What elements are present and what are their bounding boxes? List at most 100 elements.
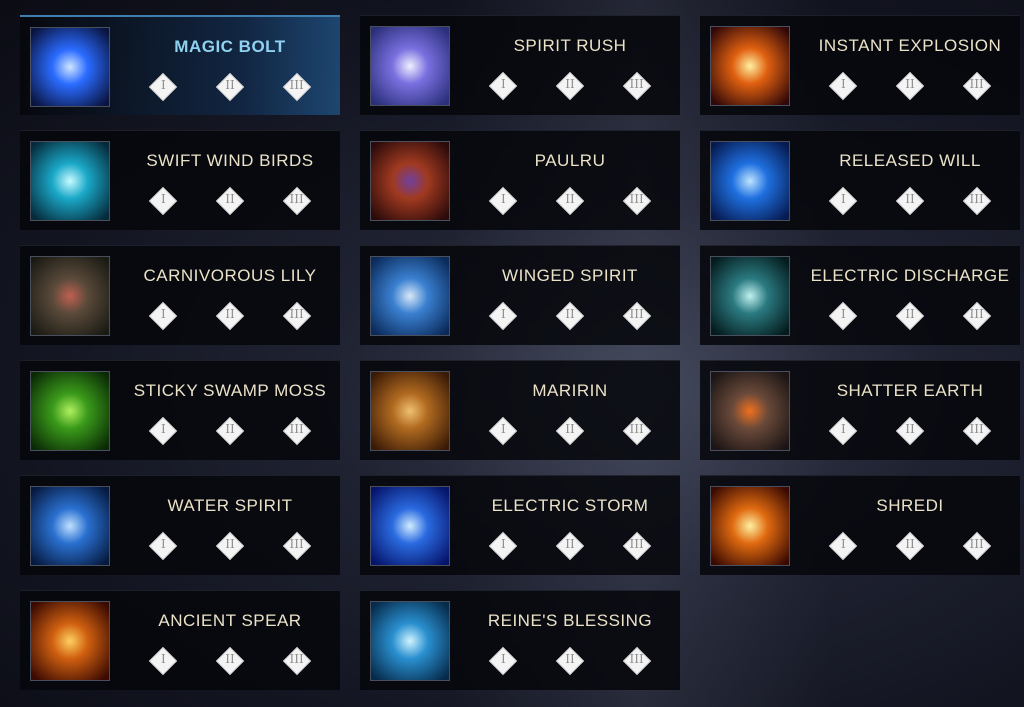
skill-card[interactable]: RELEASED WILL I II III — [700, 130, 1020, 230]
instant-explosion-icon[interactable] — [710, 26, 790, 106]
level-diamond-button[interactable]: III — [960, 299, 994, 333]
level-diamond-button[interactable]: III — [620, 414, 654, 448]
level-diamond-button[interactable]: II — [893, 184, 927, 218]
level-diamond-button[interactable]: I — [146, 70, 180, 104]
level-numeral: III — [629, 77, 644, 91]
skill-card[interactable]: SHATTER EARTH I II III — [700, 360, 1020, 460]
level-diamond-button[interactable]: II — [213, 644, 247, 678]
level-diamond-button[interactable]: II — [553, 184, 587, 218]
level-diamond-button[interactable]: III — [280, 299, 314, 333]
level-diamond-button[interactable]: II — [893, 414, 927, 448]
electric-discharge-icon[interactable] — [710, 256, 790, 336]
level-diamond-button[interactable]: I — [826, 414, 860, 448]
level-diamond-button[interactable]: I — [146, 414, 180, 448]
level-diamond-button[interactable]: III — [280, 70, 314, 104]
level-numeral: II — [225, 307, 235, 321]
skill-card[interactable]: SHREDI I II III — [700, 475, 1020, 575]
carnivorous-lily-icon[interactable] — [30, 256, 110, 336]
level-numeral: II — [565, 652, 575, 666]
reines-blessing-icon[interactable] — [370, 601, 450, 681]
level-diamond-button[interactable]: II — [893, 529, 927, 563]
level-diamond-button[interactable]: III — [960, 529, 994, 563]
skill-card[interactable]: INSTANT EXPLOSION I II III — [700, 15, 1020, 115]
skill-card[interactable]: WINGED SPIRIT I II III — [360, 245, 680, 345]
skill-card[interactable]: MAGIC BOLT I II III — [20, 15, 340, 115]
maririn-icon[interactable] — [370, 371, 450, 451]
magic-bolt-icon[interactable] — [30, 27, 110, 107]
skill-card[interactable]: CARNIVOROUS LILY I II III — [20, 245, 340, 345]
skill-card[interactable]: ANCIENT SPEAR I II III — [20, 590, 340, 690]
winged-spirit-icon[interactable] — [370, 256, 450, 336]
level-diamond-button[interactable]: I — [826, 529, 860, 563]
level-diamond-button[interactable]: I — [146, 529, 180, 563]
level-diamond-button[interactable]: II — [893, 69, 927, 103]
level-diamond-button[interactable]: II — [893, 299, 927, 333]
level-diamond-button[interactable]: II — [213, 70, 247, 104]
level-diamond-button[interactable]: I — [486, 184, 520, 218]
level-numeral: II — [905, 77, 915, 91]
shredi-icon[interactable] — [710, 486, 790, 566]
skill-levels: I II III — [470, 299, 670, 333]
level-diamond-button[interactable]: I — [486, 414, 520, 448]
skill-card[interactable]: WATER SPIRIT I II III — [20, 475, 340, 575]
level-diamond-button[interactable]: I — [826, 69, 860, 103]
level-diamond-button[interactable]: I — [486, 644, 520, 678]
swift-wind-birds-icon[interactable] — [30, 141, 110, 221]
level-diamond-button[interactable]: I — [826, 184, 860, 218]
released-will-icon[interactable] — [710, 141, 790, 221]
level-numeral: III — [289, 422, 304, 436]
skill-card[interactable]: STICKY SWAMP MOSS I II III — [20, 360, 340, 460]
level-diamond-button[interactable]: I — [146, 299, 180, 333]
level-diamond-button[interactable]: II — [213, 299, 247, 333]
spirit-rush-icon[interactable] — [370, 26, 450, 106]
level-diamond-button[interactable]: II — [553, 299, 587, 333]
level-numeral: I — [840, 307, 846, 321]
level-diamond-button[interactable]: III — [280, 529, 314, 563]
skill-card[interactable]: MARIRIN I II III — [360, 360, 680, 460]
level-diamond-button[interactable]: III — [960, 69, 994, 103]
skill-name: SPIRIT RUSH — [513, 36, 627, 55]
level-diamond-button[interactable]: III — [280, 414, 314, 448]
level-diamond-button[interactable]: I — [146, 184, 180, 218]
level-diamond-button[interactable]: II — [213, 184, 247, 218]
level-diamond-button[interactable]: III — [620, 299, 654, 333]
level-diamond-button[interactable]: I — [826, 299, 860, 333]
sticky-swamp-moss-icon[interactable] — [30, 371, 110, 451]
electric-storm-icon[interactable] — [370, 486, 450, 566]
level-diamond-button[interactable]: I — [486, 299, 520, 333]
skill-card[interactable]: PAULRU I II III — [360, 130, 680, 230]
level-numeral: I — [500, 192, 506, 206]
level-diamond-button[interactable]: I — [486, 69, 520, 103]
shatter-earth-icon[interactable] — [710, 371, 790, 451]
level-diamond-button[interactable]: I — [146, 644, 180, 678]
level-diamond-button[interactable]: III — [280, 644, 314, 678]
level-diamond-button[interactable]: III — [620, 529, 654, 563]
level-diamond-button[interactable]: I — [486, 529, 520, 563]
level-numeral: II — [225, 422, 235, 436]
level-numeral: III — [969, 77, 984, 91]
level-numeral: II — [225, 192, 235, 206]
paulru-icon[interactable] — [370, 141, 450, 221]
level-diamond-button[interactable]: II — [553, 69, 587, 103]
skill-name: INSTANT EXPLOSION — [818, 36, 1002, 55]
skill-card[interactable]: SPIRIT RUSH I II III — [360, 15, 680, 115]
skill-card[interactable]: ELECTRIC STORM I II III — [360, 475, 680, 575]
level-diamond-button[interactable]: II — [213, 529, 247, 563]
level-diamond-button[interactable]: III — [280, 184, 314, 218]
level-diamond-button[interactable]: III — [620, 184, 654, 218]
level-diamond-button[interactable]: II — [553, 414, 587, 448]
level-diamond-button[interactable]: III — [960, 184, 994, 218]
level-diamond-button[interactable]: III — [620, 644, 654, 678]
level-diamond-button[interactable]: III — [960, 414, 994, 448]
skill-card[interactable]: ELECTRIC DISCHARGE I II III — [700, 245, 1020, 345]
level-diamond-button[interactable]: II — [553, 644, 587, 678]
skill-card[interactable]: SWIFT WIND BIRDS I II III — [20, 130, 340, 230]
level-diamond-button[interactable]: II — [553, 529, 587, 563]
level-diamond-button[interactable]: II — [213, 414, 247, 448]
level-numeral: III — [969, 422, 984, 436]
level-diamond-button[interactable]: III — [620, 69, 654, 103]
skill-levels: I II III — [130, 529, 330, 563]
skill-card[interactable]: REINE'S BLESSING I II III — [360, 590, 680, 690]
water-spirit-icon[interactable] — [30, 486, 110, 566]
ancient-spear-icon[interactable] — [30, 601, 110, 681]
